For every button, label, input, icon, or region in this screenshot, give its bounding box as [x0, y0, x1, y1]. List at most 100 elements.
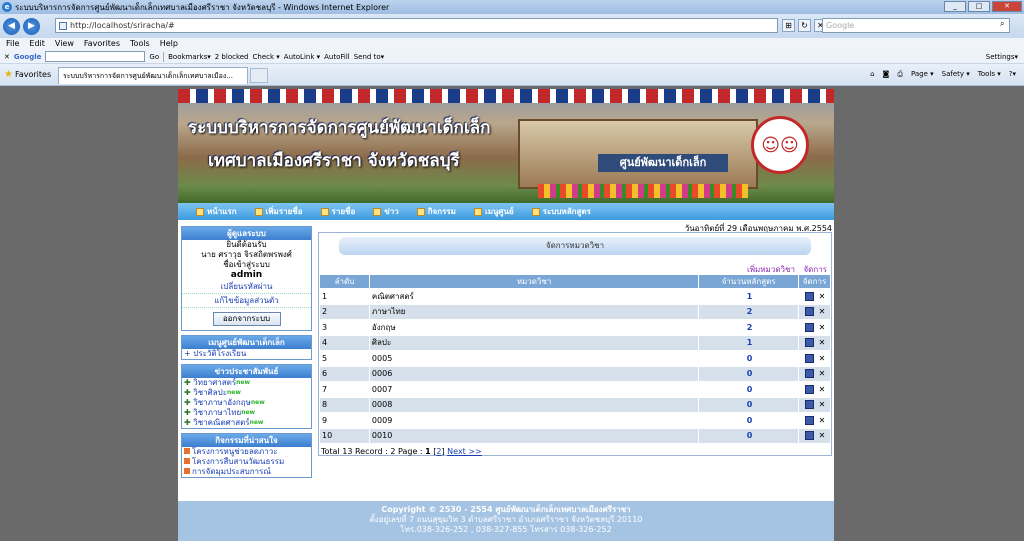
edit-icon[interactable]: [804, 291, 814, 301]
autofill-button[interactable]: AutoFill: [324, 53, 350, 61]
home-icon[interactable]: ⌂: [870, 70, 874, 79]
delete-icon[interactable]: ✕: [818, 307, 827, 316]
row-count[interactable]: 0: [698, 365, 799, 382]
row-count[interactable]: 2: [698, 319, 799, 336]
help-menu[interactable]: ?▾: [1009, 70, 1016, 79]
news-item[interactable]: ✚ วิชาภาษาอังกฤษnew: [182, 398, 311, 408]
row-count[interactable]: 0: [698, 381, 799, 398]
logout-button[interactable]: ออกจากระบบ: [212, 312, 281, 326]
browser-tab[interactable]: ระบบบริหารการจัดการศูนย์พัฒนาเด็กเล็กเทศ…: [58, 67, 248, 84]
search-input[interactable]: Google: [822, 18, 1010, 33]
activity-item[interactable]: โครงการสืบสานวัฒนธรรม: [182, 457, 311, 467]
delete-icon[interactable]: ✕: [818, 338, 827, 347]
add-subject-link[interactable]: เพิ่มหมวดวิชา: [747, 265, 795, 274]
menu-edit[interactable]: Edit: [29, 38, 45, 50]
search-icon[interactable]: ⌕: [1000, 19, 1011, 30]
change-password-link[interactable]: เปลี่ยนรหัสผ่าน: [182, 280, 311, 294]
edit-icon[interactable]: [804, 338, 814, 348]
panel-title: จัดการหมวดวิชา: [339, 237, 811, 255]
manage-link[interactable]: จัดการ: [803, 265, 827, 274]
check-button[interactable]: Check ▾: [253, 53, 280, 61]
delete-icon[interactable]: ✕: [818, 385, 827, 394]
nav-activities[interactable]: กิจกรรม: [416, 205, 456, 218]
favorites-button[interactable]: Favorites: [15, 70, 51, 79]
delete-icon[interactable]: ✕: [818, 369, 827, 378]
menu-file[interactable]: File: [6, 38, 19, 50]
url-field[interactable]: http://localhost/sriracha/#: [55, 18, 778, 33]
table-row: 10 0010 0 ✕: [319, 427, 831, 444]
delete-icon[interactable]: ✕: [818, 354, 827, 363]
row-subject: 0009: [368, 412, 700, 429]
flag-bunting: [178, 89, 834, 103]
go-button[interactable]: Go: [149, 53, 159, 61]
menu-favorites[interactable]: Favorites: [84, 38, 120, 50]
news-item[interactable]: ✚ วิทยาศาสตร์new: [182, 378, 311, 388]
edit-icon[interactable]: [804, 400, 814, 410]
activity-item[interactable]: โครงการหนูช่วยลดภาวะ: [182, 447, 311, 457]
row-no: 8: [319, 396, 370, 413]
menu-icon: [473, 207, 482, 216]
row-count[interactable]: 0: [698, 350, 799, 367]
banner-title: ระบบบริหารการจัดการศูนย์พัฒนาเด็กเล็ก: [188, 118, 491, 138]
settings-button[interactable]: Settings▾: [986, 53, 1018, 61]
row-subject: ภาษาไทย: [368, 303, 700, 320]
edit-icon[interactable]: [804, 415, 814, 425]
menu-help[interactable]: Help: [160, 38, 178, 50]
menu-tools[interactable]: Tools: [130, 38, 150, 50]
tools-menu[interactable]: Tools ▾: [978, 70, 1001, 79]
edit-icon[interactable]: [804, 384, 814, 394]
delete-icon[interactable]: ✕: [818, 292, 827, 301]
close-toolbar-icon[interactable]: ✕: [4, 53, 10, 61]
feeds-icon[interactable]: ◙: [883, 70, 890, 79]
delete-icon[interactable]: ✕: [818, 323, 827, 332]
page-menu[interactable]: Page ▾: [911, 70, 934, 79]
edit-icon[interactable]: [804, 369, 814, 379]
nav-home[interactable]: หน้าแรก: [196, 205, 237, 218]
maximize-button[interactable]: □: [968, 1, 990, 12]
delete-icon[interactable]: ✕: [818, 400, 827, 409]
delete-icon[interactable]: ✕: [818, 416, 827, 425]
autolink-button[interactable]: AutoLink ▾: [284, 53, 320, 61]
sendto-button[interactable]: Send to▾: [354, 53, 384, 61]
edit-icon[interactable]: [804, 322, 814, 332]
row-count[interactable]: 1: [698, 334, 799, 351]
table-row: 6 0006 0 ✕: [319, 365, 831, 382]
row-count[interactable]: 1: [698, 288, 799, 305]
flower-bed: [538, 184, 748, 198]
news-item[interactable]: ✚ วิชาภาษาไทยnew: [182, 408, 311, 418]
edit-icon[interactable]: [804, 307, 814, 317]
safety-menu[interactable]: Safety ▾: [942, 70, 970, 79]
news-item[interactable]: ✚ วิชาคณิตศาสตร์new: [182, 418, 311, 428]
back-button[interactable]: ◀: [3, 17, 20, 35]
next-page-link[interactable]: Next >>: [447, 447, 482, 456]
nav-center-menu[interactable]: เมนูศูนย์: [473, 205, 514, 218]
nav-news[interactable]: ข่าว: [373, 205, 399, 218]
row-count[interactable]: 0: [698, 412, 799, 429]
forward-button[interactable]: ▶: [23, 17, 40, 35]
activity-item[interactable]: การจัดมุมประสบการณ์: [182, 467, 311, 477]
menu-view[interactable]: View: [55, 38, 74, 50]
refresh-icon[interactable]: ↻: [798, 19, 811, 32]
minimize-button[interactable]: _: [944, 1, 966, 12]
bookmarks-button[interactable]: Bookmarks▾: [168, 53, 211, 61]
popup-blocked-button[interactable]: 2 blocked: [215, 53, 249, 61]
row-count[interactable]: 2: [698, 303, 799, 320]
nav-add-name[interactable]: เพิ่มรายชื่อ: [254, 205, 303, 218]
google-search-input[interactable]: [45, 51, 146, 62]
nav-curriculum[interactable]: ระบบหลักสูตร: [531, 205, 591, 218]
delete-icon[interactable]: ✕: [818, 431, 827, 440]
row-count[interactable]: 0: [698, 396, 799, 413]
nav-name-list[interactable]: รายชื่อ: [320, 205, 355, 218]
edit-icon[interactable]: [804, 353, 814, 363]
edit-profile-link[interactable]: แก้ไขข้อมูลส่วนตัว: [182, 294, 311, 308]
compat-icon[interactable]: ⊞: [782, 19, 795, 32]
close-button[interactable]: ✕: [992, 1, 1022, 12]
news-item[interactable]: ✚ วิชาศิลปะnew: [182, 388, 311, 398]
row-count[interactable]: 0: [698, 427, 799, 444]
school-history-link[interactable]: + ประวัติโรงเรียน: [182, 349, 311, 359]
edit-icon[interactable]: [804, 431, 814, 441]
favorites-star-icon: ★: [4, 69, 13, 80]
print-icon[interactable]: ⎙: [897, 70, 903, 79]
new-tab-button[interactable]: [250, 68, 268, 83]
welcome-text: ยินดีต้อนรับ: [226, 240, 267, 249]
